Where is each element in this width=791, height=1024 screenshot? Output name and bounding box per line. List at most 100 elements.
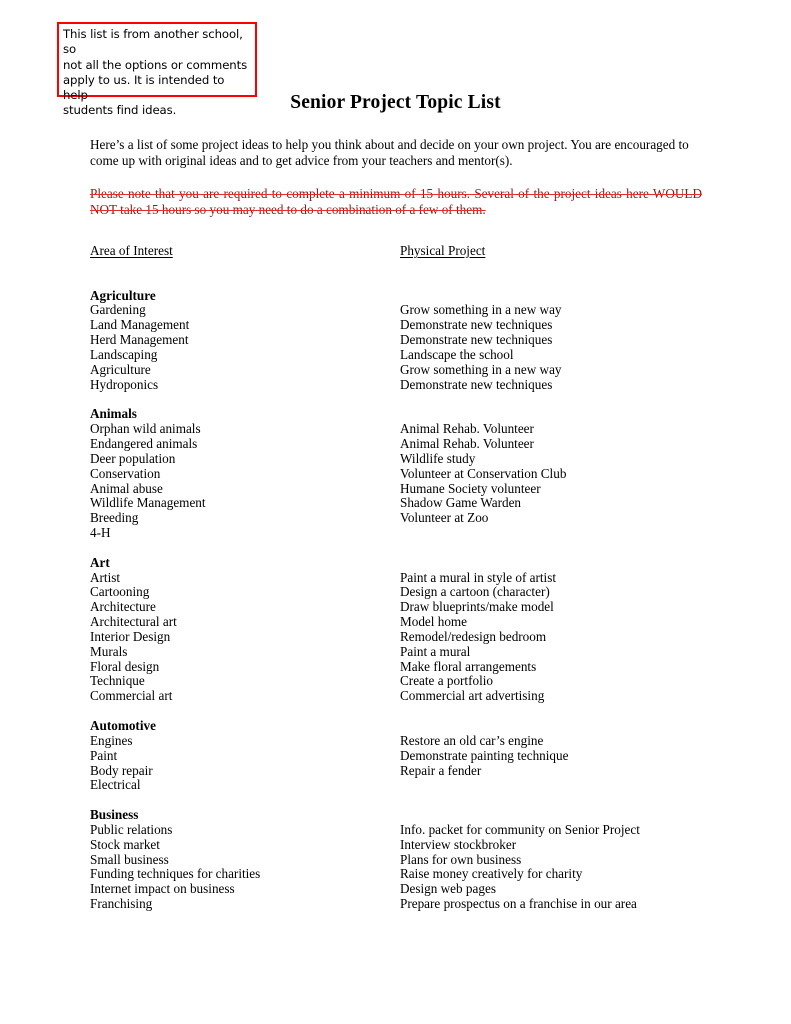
struck-note-paragraph: Please note that you are required to com…	[90, 186, 702, 218]
table-row: Art	[0, 554, 791, 571]
table-row: Funding techniques for charities Raise mo…	[0, 867, 791, 882]
table-row: Floral design Make floral arrangements	[0, 658, 791, 675]
table-row: Endangered animals Animal Rehab. Voluntee…	[0, 435, 791, 452]
area-of-interest-cell: Interior Design	[90, 628, 171, 644]
physical-project-cell: Draw blueprints/make model	[400, 599, 554, 615]
area-of-interest-cell: Architecture	[90, 599, 156, 615]
area-of-interest-cell: Agriculture	[90, 361, 151, 377]
table-row: Deer population Wildlife study	[0, 450, 791, 467]
area-of-interest-cell: Floral design	[90, 658, 160, 674]
area-of-interest-cell: Architectural art	[90, 614, 177, 630]
physical-project-cell: Demonstrate new techniques	[400, 317, 553, 333]
table-row: Public relations Info. packet for communi…	[0, 821, 791, 838]
area-of-interest-cell: Franchising	[90, 896, 153, 912]
area-of-interest-cell: Murals	[90, 643, 128, 659]
table-row: Engines Restore an old car’s engine	[0, 732, 791, 749]
area-of-interest-cell: Internet impact on business	[90, 881, 235, 897]
table-row: Architecture Draw blueprints/make model	[0, 599, 791, 615]
physical-project-cell: Grow something in a new way	[400, 361, 562, 377]
area-of-interest-cell: Funding techniques for charities	[90, 866, 261, 882]
physical-project-cell: Design web pages	[400, 881, 496, 897]
physical-project-cell: Create a portfolio	[400, 673, 494, 689]
table-row: Internet impact on business Design web pa…	[0, 881, 791, 897]
physical-project-cell: Animal Rehab. Volunteer	[400, 435, 534, 451]
physical-project-cell: Landscape the school	[400, 346, 514, 362]
area-of-interest-cell: Animal abuse	[90, 480, 163, 496]
table-row: Land Management Demonstrate new technique…	[0, 317, 791, 333]
table-row: Business	[0, 807, 791, 823]
physical-project-cell: Remodel/redesign bedroom	[400, 628, 547, 644]
row-spacer	[0, 392, 791, 407]
physical-project-cell: Repair a fender	[400, 762, 482, 778]
section-heading-automotive: Automotive	[90, 718, 156, 733]
table-row: Cartooning Design a cartoon (character)	[0, 585, 791, 600]
section-heading-animals: Animals	[90, 406, 137, 422]
row-spacer	[0, 259, 791, 289]
table-row: Artist Paint a mural in style of artist	[0, 569, 791, 586]
physical-project-cell: Humane Society volunteer	[400, 480, 541, 496]
section-heading-art: Art	[90, 554, 110, 570]
table-row: Herd Management Demonstrate new technique…	[0, 332, 791, 348]
physical-project-cell: Model home	[400, 614, 468, 630]
physical-project-cell: Grow something in a new way	[400, 302, 562, 318]
area-of-interest-cell: Breeding	[90, 510, 139, 526]
table-row: Body repair Repair a fender	[0, 762, 791, 779]
area-of-interest-cell: Small business	[90, 851, 169, 867]
physical-project-cell: Demonstrate new techniques	[400, 376, 553, 392]
area-of-interest-cell: Hydroponics	[90, 376, 159, 392]
row-spacer	[0, 704, 791, 719]
annotation-callout-box: This list is from another school, so not…	[57, 22, 257, 117]
physical-project-cell: Prepare prospectus on a franchise in our…	[400, 896, 637, 912]
area-of-interest-cell: Land Management	[90, 317, 190, 333]
column-header-area-of-interest: Area of Interest	[90, 243, 173, 258]
table-row: Hydroponics Demonstrate new techniques	[0, 376, 791, 393]
physical-project-cell: Info. packet for community on Senior Pro…	[400, 821, 640, 837]
physical-project-cell: Volunteer at Conservation Club	[400, 465, 567, 481]
physical-project-cell: Shadow Game Warden	[400, 495, 522, 511]
table-row: Paint Demonstrate painting technique	[0, 747, 791, 764]
table-row: Architectural art Model home	[0, 614, 791, 630]
physical-project-cell: Wildlife study	[400, 450, 476, 466]
area-of-interest-cell: 4-H	[90, 525, 111, 541]
table-row: Area of Interest Physical Project	[0, 243, 791, 259]
area-of-interest-cell: Gardening	[90, 302, 146, 318]
area-of-interest-cell: Technique	[90, 673, 145, 689]
area-of-interest-cell: Cartooning	[90, 584, 150, 600]
physical-project-cell: Paint a mural in style of artist	[400, 569, 557, 585]
area-of-interest-cell: Endangered animals	[90, 435, 198, 451]
physical-project-cell: Demonstrate painting technique	[400, 747, 569, 763]
physical-project-cell: Commercial art advertising	[400, 688, 545, 704]
table-row: Animals	[0, 406, 791, 422]
area-of-interest-cell: Engines	[90, 732, 133, 748]
physical-project-cell: Plans for own business	[400, 851, 522, 867]
table-row: Agriculture	[0, 287, 791, 304]
row-spacer	[0, 793, 791, 808]
table-row: Gardening Grow something in a new way	[0, 303, 791, 318]
table-row: Agriculture Grow something in a new way	[0, 361, 791, 378]
callout-line-2: not all the options or comments	[63, 57, 248, 72]
column-header-physical-project: Physical Project	[400, 243, 486, 258]
table-row: Wildlife Management Shadow Game Warden	[0, 495, 791, 511]
physical-project-cell: Restore an old car’s engine	[400, 732, 544, 748]
section-heading-agriculture: Agriculture	[90, 287, 156, 303]
area-of-interest-cell: Body repair	[90, 762, 153, 778]
table-row: Murals Paint a mural	[0, 643, 791, 660]
table-row: Animal abuse Humane Society volunteer	[0, 480, 791, 497]
table-row: Stock market Interview stockbroker	[0, 836, 791, 853]
area-of-interest-cell: Electrical	[90, 777, 141, 793]
table-row: Electrical	[0, 778, 791, 793]
section-heading-business: Business	[90, 807, 139, 823]
area-of-interest-cell: Wildlife Management	[90, 495, 206, 511]
table-row: Landscaping Landscape the school	[0, 346, 791, 363]
physical-project-cell: Volunteer at Zoo	[400, 510, 489, 526]
area-of-interest-cell: Orphan wild animals	[90, 421, 201, 437]
area-of-interest-cell: Deer population	[90, 450, 176, 466]
area-of-interest-cell: Herd Management	[90, 332, 189, 348]
table-row: Small business Plans for own business	[0, 851, 791, 868]
table-row: Interior Design Remodel/redesign bedroom	[0, 628, 791, 645]
area-of-interest-cell: Stock market	[90, 836, 160, 852]
physical-project-cell: Interview stockbroker	[400, 836, 517, 852]
table-row: Breeding Volunteer at Zoo	[0, 510, 791, 526]
table-row: Franchising Prepare prospectus on a franc…	[0, 896, 791, 912]
document-page: This list is from another school, so not…	[0, 0, 791, 1024]
